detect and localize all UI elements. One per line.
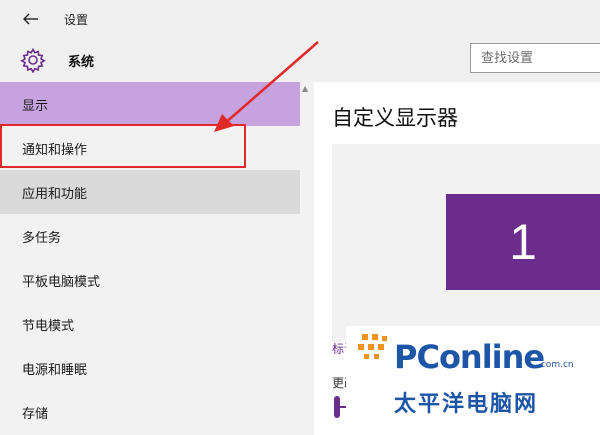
window-title: 设置 — [64, 13, 89, 27]
sidebar-item-display[interactable]: 显示 — [0, 82, 300, 126]
back-arrow-icon — [23, 13, 38, 25]
header-row: 系统 — [0, 38, 600, 82]
page-title: 自定义显示器 — [332, 106, 458, 130]
scroll-up-icon[interactable]: ▲ — [302, 84, 308, 93]
slider-thumb[interactable] — [334, 396, 340, 418]
scrollbar[interactable]: ▲ — [300, 82, 314, 435]
pconline-logo-icon — [358, 334, 387, 359]
sidebar-item-apps[interactable]: 应用和功能 — [0, 170, 300, 214]
watermark: PConline .com.cn 太平洋电脑网 — [346, 326, 600, 435]
settings-window: 设置 系统 显示 通知和操作 应用和功能 多任务 平板电脑模式 节电模式 电源和… — [0, 0, 600, 435]
sidebar-item-notifications[interactable]: 通知和操作 — [0, 126, 300, 170]
sidebar-list: 显示 通知和操作 应用和功能 多任务 平板电脑模式 节电模式 电源和睡眠 存储 — [0, 82, 300, 435]
watermark-domain: .com.cn — [538, 360, 574, 370]
watermark-brand: PConline — [394, 338, 545, 376]
search-input[interactable] — [470, 43, 600, 73]
section-title: 系统 — [68, 55, 95, 70]
title-bar: 设置 — [0, 0, 600, 38]
gear-icon — [20, 47, 46, 73]
sidebar-item-multitasking[interactable]: 多任务 — [0, 214, 300, 258]
monitor-1-tile[interactable]: 1 — [446, 194, 600, 290]
sidebar-item-storage[interactable]: 存储 — [0, 390, 300, 434]
sidebar-item-power-sleep[interactable]: 电源和睡眠 — [0, 346, 300, 390]
watermark-cn-name: 太平洋电脑网 — [394, 392, 539, 417]
display-arrangement-area: 1 — [332, 144, 600, 342]
sidebar: 显示 通知和操作 应用和功能 多任务 平板电脑模式 节电模式 电源和睡眠 存储 — [0, 82, 300, 435]
sidebar-item-tablet-mode[interactable]: 平板电脑模式 — [0, 258, 300, 302]
back-button[interactable] — [18, 8, 46, 30]
sidebar-item-battery-saver[interactable]: 节电模式 — [0, 302, 300, 346]
